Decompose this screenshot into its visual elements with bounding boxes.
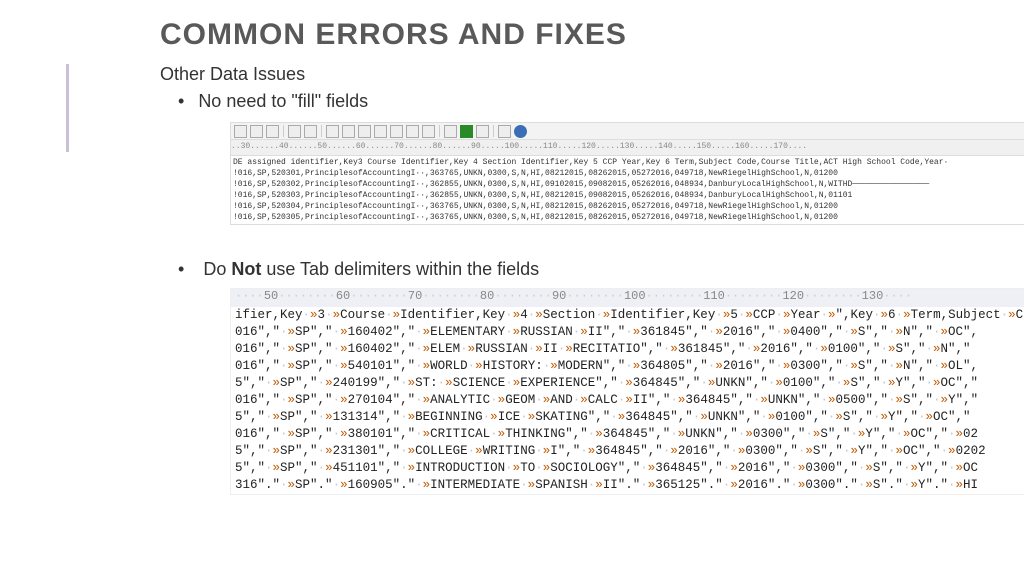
code-block-2: ifier,Key·»3·»Course·»Identifier,Key·»4·…	[231, 307, 1024, 494]
zoom-in-icon	[374, 125, 387, 138]
bullet-tabs-bold: Not	[231, 259, 261, 279]
code-block-1: DE assigned identifier,Key3 Course Ident…	[230, 156, 1024, 225]
paste-icon	[266, 125, 279, 138]
macro-icon	[444, 125, 457, 138]
ruler-1: ..30......40......50......60......70....…	[230, 140, 1024, 156]
code-line: 016","·»SP","·»270104","·»ANALYTIC·»GEOM…	[235, 392, 1024, 409]
cut-icon	[234, 125, 247, 138]
separator	[439, 125, 440, 137]
undo-icon	[288, 125, 301, 138]
ruler-2: ····50········60········70········80····…	[231, 289, 1024, 307]
separator	[493, 125, 494, 137]
code-line: 016","·»SP","·»160402","·»ELEM·»RUSSIAN·…	[235, 341, 1024, 358]
code-line: !016,SP,520304,PrinciplesofAccountingI··…	[233, 201, 1024, 212]
help-icon	[514, 125, 527, 138]
code-line: !016,SP,520305,PrinciplesofAccountingI··…	[233, 212, 1024, 223]
run-icon	[460, 125, 473, 138]
replace-icon	[342, 125, 355, 138]
bullet-fill: No need to "fill" fields	[178, 91, 984, 112]
slide: COMMON ERRORS AND FIXES Other Data Issue…	[0, 0, 1024, 576]
editor-screenshot-1: ..30......40......50......60......70....…	[230, 122, 1024, 225]
bullet-tabs-pre: Do	[203, 259, 231, 279]
separator	[321, 125, 322, 137]
code-line: 016","·»SP","·»540101","·»WORLD·»HISTORY…	[235, 358, 1024, 375]
editor-screenshot-2: ····50········60········70········80····…	[230, 288, 1024, 495]
code-line: 5","·»SP","·»231301","·»COLLEGE·»WRITING…	[235, 443, 1024, 460]
tool-icon	[406, 125, 419, 138]
search-icon	[358, 125, 371, 138]
code-line: 5","·»SP","·»451101","·»INTRODUCTION·»TO…	[235, 460, 1024, 477]
tool-icon	[422, 125, 435, 138]
code-line: !016,SP,520301,PrinciplesofAccountingI··…	[233, 168, 1024, 179]
bullet-tabs: Do Not use Tab delimiters within the fie…	[178, 259, 984, 280]
code-line: 016","·»SP","·»380101","·»CRITICAL·»THIN…	[235, 426, 1024, 443]
copy-icon	[250, 125, 263, 138]
bullet-fill-text: No need to "fill" fields	[198, 91, 368, 111]
accent-bar	[66, 64, 69, 152]
code-line: 5","·»SP","·»240199","·»ST:·»SCIENCE·»EX…	[235, 375, 1024, 392]
code-line: !016,SP,520302,PrinciplesofAccountingI··…	[233, 179, 1024, 190]
subheading: Other Data Issues	[160, 64, 984, 85]
code-line: 5","·»SP","·»131314","·»BEGINNING·»ICE·»…	[235, 409, 1024, 426]
code-line: ifier,Key·»3·»Course·»Identifier,Key·»4·…	[235, 307, 1024, 324]
page-title: COMMON ERRORS AND FIXES	[160, 18, 984, 52]
separator	[283, 125, 284, 137]
toolbar	[230, 122, 1024, 140]
zoom-out-icon	[390, 125, 403, 138]
find-icon	[326, 125, 339, 138]
bullet-tabs-post: use Tab delimiters within the fields	[261, 259, 539, 279]
code-line: DE assigned identifier,Key3 Course Ident…	[233, 157, 1024, 168]
stop-icon	[476, 125, 489, 138]
code-line: 316"."·»SP"."·»160905"."·»INTERMEDIATE·»…	[235, 477, 1024, 494]
code-line: 016","·»SP","·»160402","·»ELEMENTARY·»RU…	[235, 324, 1024, 341]
gear-icon	[498, 125, 511, 138]
redo-icon	[304, 125, 317, 138]
code-line: !016,SP,520303,PrinciplesofAccountingI··…	[233, 190, 1024, 201]
